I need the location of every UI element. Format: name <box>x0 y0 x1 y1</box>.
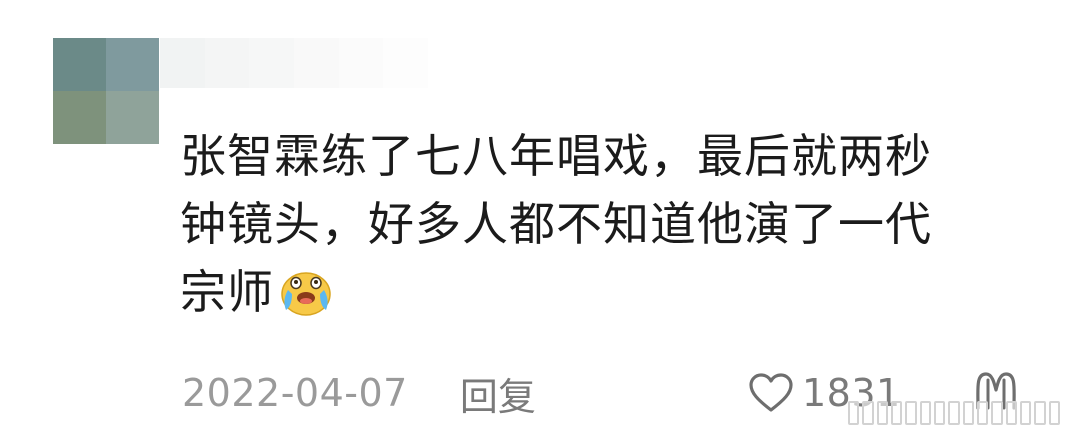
comment-date: 2022-04-07 <box>182 371 408 415</box>
comment-line-text: 宗师 <box>180 265 274 319</box>
avatar-pixel <box>106 38 159 91</box>
comment-text: 张智霖练了七八年唱戏，最后就两秒 钟镜头，好多人都不知道他演了一代 宗师 <box>180 122 1010 326</box>
avatar-pixel <box>53 91 106 144</box>
username-blurred[interactable] <box>160 38 428 88</box>
crying-laughing-emoji-icon <box>281 272 331 316</box>
comment-line: 张智霖练了七八年唱戏，最后就两秒 <box>180 129 932 183</box>
comment-line: 钟镜头，好多人都不知道他演了一代 <box>180 197 932 251</box>
watermark-overlay <box>848 395 1060 431</box>
avatar-pixel <box>53 38 106 91</box>
reply-button[interactable]: 回复 <box>460 366 536 421</box>
comment-line: 宗师 <box>180 258 1010 326</box>
comment-card: 张智霖练了七八年唱戏，最后就两秒 钟镜头，好多人都不知道他演了一代 宗师 202… <box>0 0 1072 436</box>
comment-meta: 2022-04-07 回复 <box>182 365 536 421</box>
heart-icon <box>749 373 793 412</box>
avatar-pixel <box>106 91 159 144</box>
avatar[interactable] <box>53 38 159 144</box>
